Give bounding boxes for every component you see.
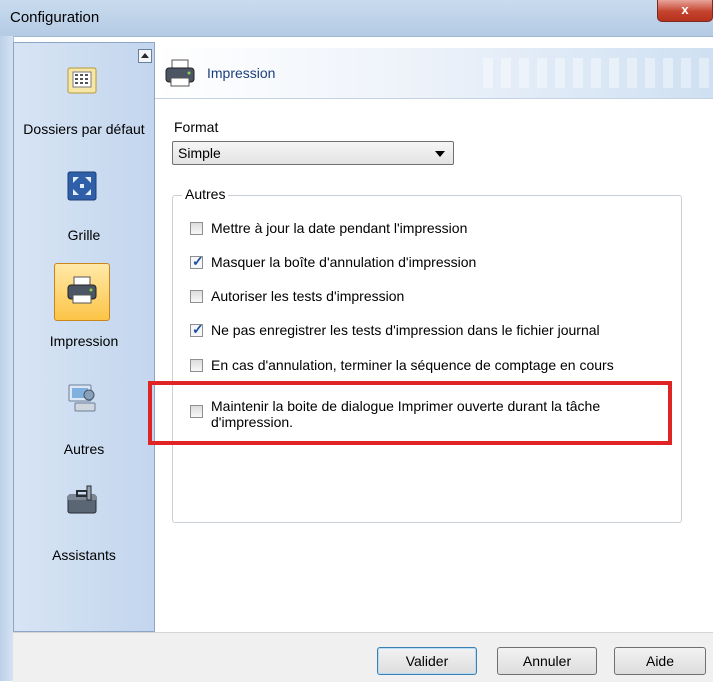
title-bar: Configuration x	[0, 0, 713, 37]
format-select[interactable]: Simple	[172, 141, 454, 165]
header-printer-icon	[163, 56, 197, 90]
checkmark-icon: ✓	[192, 253, 204, 269]
header-decoration	[483, 58, 713, 88]
format-label: Format	[174, 119, 219, 135]
chevron-up-icon	[141, 53, 149, 58]
option-label: Autoriser les tests d'impression	[211, 288, 405, 304]
sidebar-scroll-up-button[interactable]	[138, 49, 152, 63]
checkbox[interactable]	[190, 290, 203, 303]
annuler-button[interactable]: Annuler	[497, 647, 597, 675]
checkbox-checked[interactable]: ✓	[190, 253, 204, 269]
close-button[interactable]: x	[657, 0, 713, 22]
folder-grid-icon[interactable]	[65, 63, 99, 97]
option-label: Ne pas enregistrer les tests d'impressio…	[211, 322, 600, 338]
autres-group-legend: Autres	[182, 186, 229, 202]
toolbox-icon[interactable]	[65, 483, 99, 517]
sidebar-item-autres[interactable]: Autres	[14, 441, 154, 457]
format-select-value: Simple	[178, 145, 221, 161]
checkbox[interactable]	[190, 222, 203, 235]
sidebar-item-assistants[interactable]: Assistants	[14, 547, 154, 563]
aide-button[interactable]: Aide	[614, 647, 706, 675]
computer-settings-icon[interactable]	[65, 381, 99, 415]
grid-icon[interactable]	[65, 169, 99, 203]
sidebar-item-dossiers-par-defaut[interactable]: Dossiers par défaut	[14, 121, 154, 137]
button-bar	[13, 632, 713, 682]
window-left-frame	[0, 36, 14, 681]
checkmark-icon: ✓	[192, 321, 204, 337]
close-icon: x	[681, 2, 689, 17]
page-title: Impression	[207, 65, 276, 81]
option-label: Masquer la boîte d'annulation d'impressi…	[211, 254, 477, 270]
printer-icon[interactable]	[65, 273, 99, 307]
checkbox[interactable]	[190, 359, 203, 372]
sidebar-item-grille[interactable]: Grille	[14, 227, 154, 243]
highlight-annotation	[148, 381, 672, 445]
window-title: Configuration	[10, 9, 100, 26]
checkbox-checked[interactable]: ✓	[190, 321, 204, 337]
sidebar-item-impression[interactable]: Impression	[14, 333, 154, 349]
valider-button[interactable]: Valider	[377, 647, 477, 675]
page-header: Impression	[155, 48, 713, 99]
chevron-down-icon	[435, 151, 445, 157]
option-label: Mettre à jour la date pendant l'impressi…	[211, 220, 468, 236]
option-label: En cas d'annulation, terminer la séquenc…	[211, 357, 614, 373]
sidebar: Dossiers par défaut Grille Impression Au…	[13, 42, 155, 632]
